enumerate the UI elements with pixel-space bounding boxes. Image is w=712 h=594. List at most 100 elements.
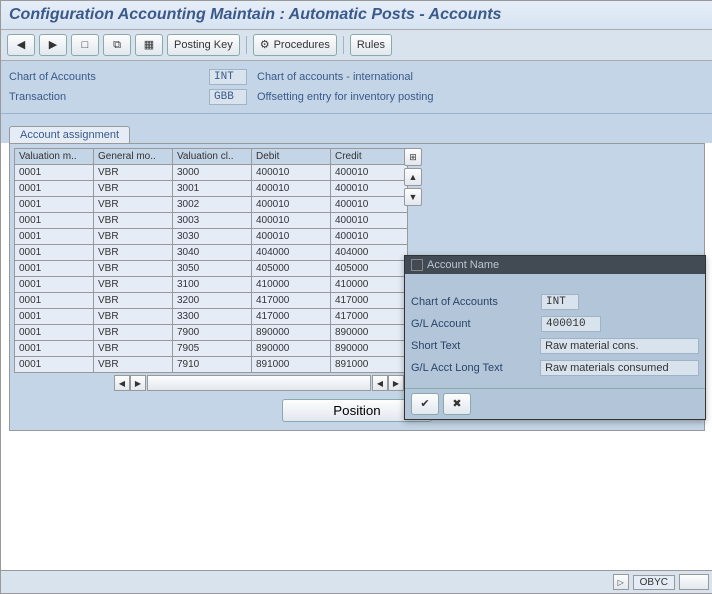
table-cell[interactable]: VBR	[94, 325, 173, 341]
table-config-button[interactable]: ⊞	[404, 148, 422, 166]
tab-account-assignment[interactable]: Account assignment	[9, 126, 130, 143]
table-cell[interactable]: 404000	[331, 245, 408, 261]
table-cell[interactable]: 0001	[15, 357, 94, 373]
page-next-button[interactable]: ▶	[130, 375, 146, 391]
table-cell[interactable]: 3001	[173, 181, 252, 197]
table-cell[interactable]: 3100	[173, 277, 252, 293]
table-cell[interactable]: 417000	[252, 293, 331, 309]
table-cell[interactable]: 0001	[15, 213, 94, 229]
table-row[interactable]: 0001VBR3000400010400010	[15, 165, 408, 181]
table-row[interactable]: 0001VBR3002400010400010	[15, 197, 408, 213]
page-prev-button[interactable]: ◀	[114, 375, 130, 391]
popup-roll-icon[interactable]	[411, 259, 423, 271]
col-debit[interactable]: Debit	[252, 149, 331, 165]
table-row[interactable]: 0001VBR3003400010400010	[15, 213, 408, 229]
nav-back-button[interactable]: ◀	[7, 34, 35, 56]
table-cell[interactable]: 400010	[252, 165, 331, 181]
table-cell[interactable]: 400010	[331, 165, 408, 181]
table-row[interactable]: 0001VBR7905890000890000	[15, 341, 408, 357]
rules-button[interactable]: Rules	[350, 34, 392, 56]
table-cell[interactable]: 891000	[331, 357, 408, 373]
assignment-table[interactable]: Valuation m.. General mo.. Valuation cl.…	[14, 148, 408, 373]
table-cell[interactable]: 0001	[15, 165, 94, 181]
table-cell[interactable]: 417000	[331, 293, 408, 309]
procedures-button[interactable]: ⚙Procedures	[253, 34, 337, 56]
table-cell[interactable]: 890000	[331, 341, 408, 357]
copy-button[interactable]: ⧉	[103, 34, 131, 56]
table-cell[interactable]: 890000	[252, 325, 331, 341]
table-cell[interactable]: 7900	[173, 325, 252, 341]
table-row[interactable]: 0001VBR3030400010400010	[15, 229, 408, 245]
table-cell[interactable]: 400010	[331, 181, 408, 197]
table-cell[interactable]: 410000	[252, 277, 331, 293]
table-row[interactable]: 0001VBR3200417000417000	[15, 293, 408, 309]
table-cell[interactable]: 0001	[15, 197, 94, 213]
col-valuation-modif[interactable]: Valuation m..	[15, 149, 94, 165]
table-cell[interactable]: 3040	[173, 245, 252, 261]
table-row[interactable]: 0001VBR3050405000405000	[15, 261, 408, 277]
paste-button[interactable]: ▦	[135, 34, 163, 56]
posting-key-button[interactable]: Posting Key	[167, 34, 240, 56]
col-general-modif[interactable]: General mo..	[94, 149, 173, 165]
table-row[interactable]: 0001VBR3100410000410000	[15, 277, 408, 293]
table-cell[interactable]: 3300	[173, 309, 252, 325]
new-button[interactable]: □	[71, 34, 99, 56]
table-cell[interactable]: 400010	[252, 229, 331, 245]
table-cell[interactable]: 0001	[15, 229, 94, 245]
table-cell[interactable]: 400010	[252, 213, 331, 229]
table-cell[interactable]: VBR	[94, 165, 173, 181]
table-row[interactable]: 0001VBR3001400010400010	[15, 181, 408, 197]
popup-cancel-button[interactable]: ✖	[443, 393, 471, 415]
table-cell[interactable]: VBR	[94, 213, 173, 229]
table-cell[interactable]: 400010	[331, 229, 408, 245]
table-cell[interactable]: 417000	[252, 309, 331, 325]
table-cell[interactable]: 0001	[15, 181, 94, 197]
table-cell[interactable]: 3030	[173, 229, 252, 245]
table-cell[interactable]: 7905	[173, 341, 252, 357]
table-cell[interactable]: 400010	[252, 197, 331, 213]
table-cell[interactable]: 410000	[331, 277, 408, 293]
table-cell[interactable]: 0001	[15, 341, 94, 357]
nav-forward-button[interactable]: ▶	[39, 34, 67, 56]
table-cell[interactable]: 3050	[173, 261, 252, 277]
table-cell[interactable]: 890000	[252, 341, 331, 357]
table-cell[interactable]: 0001	[15, 245, 94, 261]
page-next-button-right[interactable]: ▶	[388, 375, 404, 391]
table-cell[interactable]: 400010	[331, 213, 408, 229]
page-prev-button-right[interactable]: ◀	[372, 375, 388, 391]
table-cell[interactable]: VBR	[94, 261, 173, 277]
table-cell[interactable]: 0001	[15, 293, 94, 309]
table-cell[interactable]: VBR	[94, 341, 173, 357]
table-cell[interactable]: 400010	[252, 181, 331, 197]
table-cell[interactable]: 417000	[331, 309, 408, 325]
table-cell[interactable]: 3200	[173, 293, 252, 309]
table-cell[interactable]: 0001	[15, 325, 94, 341]
table-cell[interactable]: 405000	[252, 261, 331, 277]
scroll-track[interactable]	[147, 375, 371, 391]
table-cell[interactable]: VBR	[94, 245, 173, 261]
scroll-up-button[interactable]: ▲	[404, 168, 422, 186]
table-cell[interactable]: VBR	[94, 293, 173, 309]
table-cell[interactable]: VBR	[94, 229, 173, 245]
scroll-down-button[interactable]: ▼	[404, 188, 422, 206]
table-cell[interactable]: VBR	[94, 197, 173, 213]
table-row[interactable]: 0001VBR3040404000404000	[15, 245, 408, 261]
table-cell[interactable]: 3000	[173, 165, 252, 181]
table-cell[interactable]: 400010	[331, 197, 408, 213]
table-row[interactable]: 0001VBR3300417000417000	[15, 309, 408, 325]
status-nav-button[interactable]: ▷	[613, 574, 629, 590]
table-cell[interactable]: 0001	[15, 277, 94, 293]
table-cell[interactable]: 0001	[15, 309, 94, 325]
col-credit[interactable]: Credit	[331, 149, 408, 165]
table-cell[interactable]: VBR	[94, 309, 173, 325]
table-cell[interactable]: VBR	[94, 181, 173, 197]
table-cell[interactable]: 0001	[15, 261, 94, 277]
popup-confirm-button[interactable]: ✔	[411, 393, 439, 415]
table-row[interactable]: 0001VBR7900890000890000	[15, 325, 408, 341]
col-valuation-class[interactable]: Valuation cl..	[173, 149, 252, 165]
table-row[interactable]: 0001VBR7910891000891000	[15, 357, 408, 373]
table-cell[interactable]: VBR	[94, 357, 173, 373]
status-extra-button[interactable]	[679, 574, 709, 590]
table-cell[interactable]: 405000	[331, 261, 408, 277]
table-cell[interactable]: 891000	[252, 357, 331, 373]
